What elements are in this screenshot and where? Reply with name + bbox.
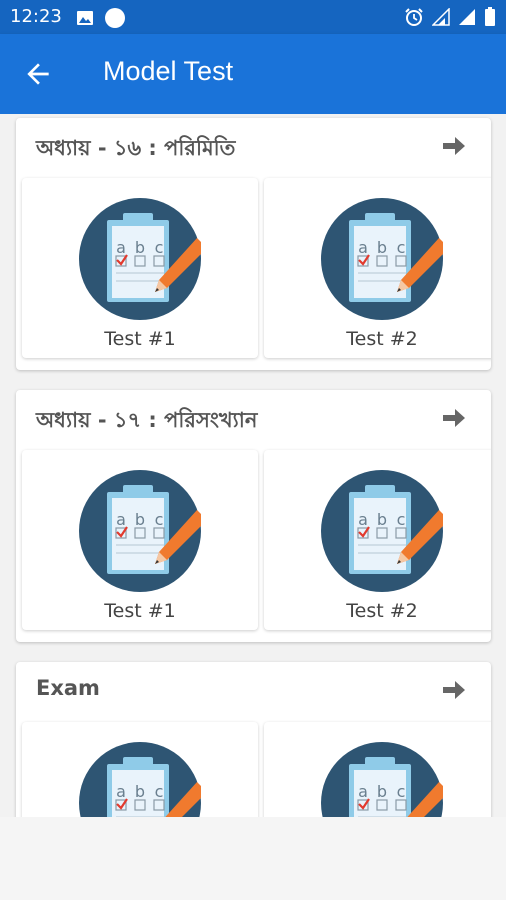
section-title: অধ্যায় - ১৬ : পরিমিতি	[36, 136, 236, 160]
letter-b: b	[135, 238, 145, 257]
letter-c: c	[397, 782, 406, 801]
letter-a: a	[358, 510, 368, 529]
section-title: অধ্যায় - ১৭ : পরিসংখ্যান	[36, 408, 258, 432]
signal-icon	[432, 8, 450, 26]
exam-section: Exam a b c a b c	[16, 662, 491, 817]
test-clipboard-icon: a b c	[321, 742, 443, 817]
letter-a: a	[116, 238, 126, 257]
letter-b: b	[135, 782, 145, 801]
letter-a: a	[358, 238, 368, 257]
page-title: Model Test	[103, 56, 234, 86]
bottom-area	[0, 817, 506, 900]
letter-b: b	[377, 510, 387, 529]
test-card[interactable]: a b c Test #1	[22, 178, 258, 358]
test-card[interactable]: a b c	[22, 722, 258, 817]
arrow-forward-icon[interactable]	[441, 134, 467, 158]
letter-c: c	[397, 238, 406, 257]
app-bar: Model Test	[0, 34, 506, 114]
circle-icon	[105, 8, 125, 28]
arrow-forward-icon[interactable]	[441, 406, 467, 430]
letter-b: b	[135, 510, 145, 529]
test-clipboard-icon: a b c	[79, 198, 201, 320]
test-label: Test #2	[346, 328, 418, 350]
arrow-forward-icon[interactable]	[441, 678, 467, 702]
alarm-icon	[405, 8, 423, 26]
letter-c: c	[155, 238, 164, 257]
test-clipboard-icon: a b c	[321, 470, 443, 592]
test-clipboard-icon: a b c	[79, 742, 201, 817]
test-card[interactable]: a b c Test #2	[264, 450, 491, 630]
test-clipboard-icon: a b c	[79, 470, 201, 592]
letter-b: b	[377, 238, 387, 257]
test-card[interactable]: a b c Test #2	[264, 178, 491, 358]
test-label: Test #2	[346, 600, 418, 622]
chapter-list[interactable]: অধ্যায় - ১৬ : পরিমিতি a b c Test #1 a b…	[0, 114, 506, 817]
section-header[interactable]: Exam	[16, 662, 491, 718]
test-label: Test #1	[104, 328, 176, 350]
battery-icon	[485, 7, 495, 26]
section-title: Exam	[36, 676, 100, 700]
section-header[interactable]: অধ্যায় - ১৭ : পরিসংখ্যান	[16, 390, 491, 446]
section-header[interactable]: অধ্যায় - ১৬ : পরিমিতি	[16, 118, 491, 174]
letter-a: a	[358, 782, 368, 801]
arrow-back-icon[interactable]	[22, 58, 54, 90]
signal-icon	[459, 9, 475, 25]
status-time: 12:23	[10, 6, 62, 27]
test-card[interactable]: a b c Test #1	[22, 450, 258, 630]
letter-a: a	[116, 782, 126, 801]
test-clipboard-icon: a b c	[321, 198, 443, 320]
letter-a: a	[116, 510, 126, 529]
chapter-section: অধ্যায় - ১৭ : পরিসংখ্যান a b c Test #1 …	[16, 390, 491, 642]
test-label: Test #1	[104, 600, 176, 622]
letter-b: b	[377, 782, 387, 801]
test-card[interactable]: a b c	[264, 722, 491, 817]
status-bar: 12:23	[0, 0, 506, 34]
image-icon	[77, 11, 93, 25]
letter-c: c	[155, 782, 164, 801]
chapter-section: অধ্যায় - ১৬ : পরিমিতি a b c Test #1 a b…	[16, 118, 491, 370]
letter-c: c	[155, 510, 164, 529]
letter-c: c	[397, 510, 406, 529]
